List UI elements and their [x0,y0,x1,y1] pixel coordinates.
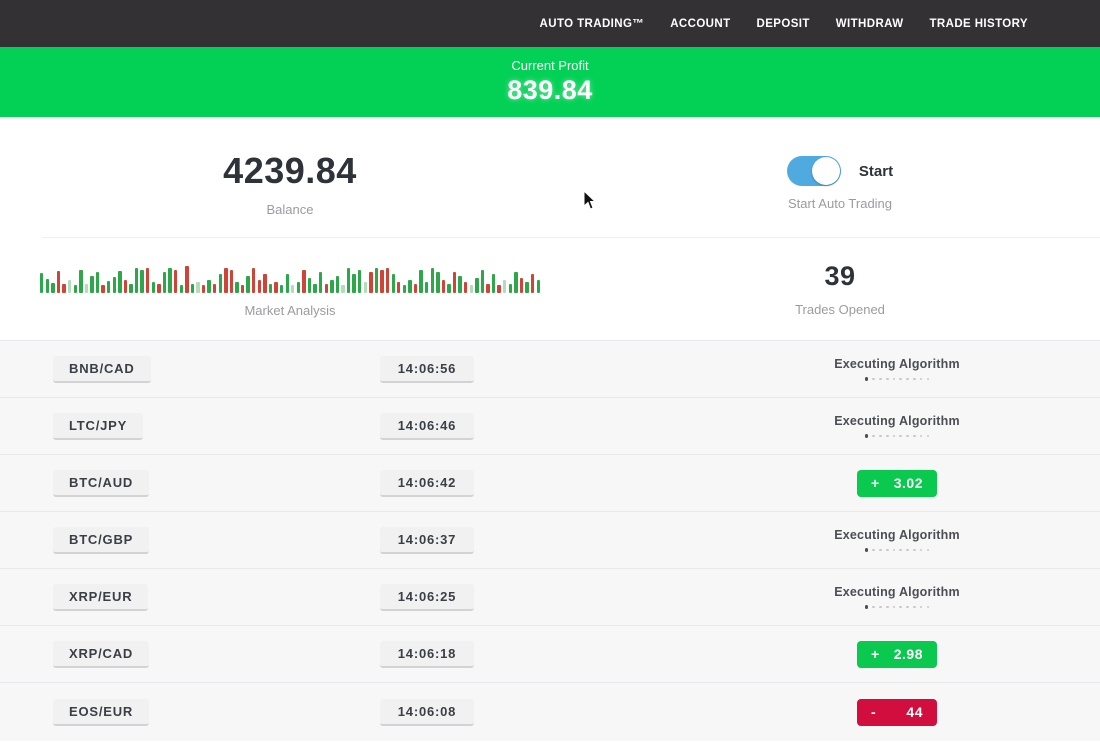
result-value: 2.98 [894,646,923,662]
progress-dots-icon [865,377,929,380]
time-badge[interactable]: 14:06:37 [380,527,474,554]
executing-status: Executing Algorithm [834,585,960,608]
executing-status: Executing Algorithm [834,528,960,551]
table-row: XRP/EUR 14:06:25 Executing Algorithm [0,569,1100,626]
result-badge: + 2.98 [857,641,937,668]
nav-item-trade-history[interactable]: TRADE HISTORY [930,18,1029,30]
auto-trading-toggle[interactable] [787,156,841,186]
time-badge[interactable]: 14:06:25 [380,584,474,611]
toggle-knob [812,157,840,185]
executing-label: Executing Algorithm [834,357,960,371]
result-badge: - 44 [857,699,937,726]
time-badge[interactable]: 14:06:42 [380,470,474,497]
auto-trading-label: Start Auto Trading [788,196,892,211]
pair-badge[interactable]: XRP/CAD [53,641,149,668]
executing-label: Executing Algorithm [834,414,960,428]
time-badge[interactable]: 14:06:08 [380,699,474,726]
auto-trading-page: AUTO TRADING™ ACCOUNT DEPOSIT WITHDRAW T… [0,0,1100,742]
market-analysis-label: Market Analysis [244,303,335,318]
current-profit-value: 839.84 [507,75,593,106]
time-badge[interactable]: 14:06:56 [380,356,474,383]
toggle-label: Start [859,163,893,180]
pair-badge[interactable]: XRP/EUR [53,584,148,611]
nav-item-withdraw[interactable]: WITHDRAW [836,18,904,30]
balance-label: Balance [267,202,314,217]
progress-dots-icon [865,548,929,551]
nav-item-deposit[interactable]: DEPOSIT [757,18,810,30]
balance-value: 4239.84 [223,150,357,192]
executing-status: Executing Algorithm [834,414,960,437]
result-sign: + [871,646,880,662]
result-sign: + [871,475,880,491]
top-navbar: AUTO TRADING™ ACCOUNT DEPOSIT WITHDRAW T… [0,0,1100,47]
executing-label: Executing Algorithm [834,585,960,599]
balance-block: 4239.84 Balance [0,150,580,217]
table-row: BTC/GBP 14:06:37 Executing Algorithm [0,512,1100,569]
trades-opened-value: 39 [824,261,855,292]
executing-status: Executing Algorithm [834,357,960,380]
table-row: BNB/CAD 14:06:56 Executing Algorithm [0,341,1100,398]
pair-badge[interactable]: EOS/EUR [53,699,149,726]
trades-opened-block: 39 Trades Opened [580,261,1100,317]
pair-badge[interactable]: BNB/CAD [53,356,151,383]
table-row: LTC/JPY 14:06:46 Executing Algorithm [0,398,1100,455]
executing-label: Executing Algorithm [834,528,960,542]
time-badge[interactable]: 14:06:46 [380,413,474,440]
stats-section: 4239.84 Balance Start Start Auto Trading… [0,117,1100,340]
nav-item-auto-trading[interactable]: AUTO TRADING™ [540,18,645,30]
pair-badge[interactable]: BTC/GBP [53,527,149,554]
time-badge[interactable]: 14:06:18 [380,641,474,668]
table-row: BTC/AUD 14:06:42 + 3.02 [0,455,1100,512]
nav-item-account[interactable]: ACCOUNT [670,18,730,30]
trades-opened-label: Trades Opened [795,302,885,317]
table-row: XRP/CAD 14:06:18 + 2.98 [0,626,1100,683]
current-profit-banner: Current Profit 839.84 [0,47,1100,117]
result-value: 3.02 [894,475,923,491]
trades-table: BNB/CAD 14:06:56 Executing Algorithm LTC… [0,340,1100,741]
pair-badge[interactable]: BTC/AUD [53,470,149,497]
progress-dots-icon [865,605,929,608]
table-row: EOS/EUR 14:06:08 - 44 [0,683,1100,741]
current-profit-label: Current Profit [511,58,588,73]
market-analysis-chart [40,261,540,293]
result-value: 44 [906,704,923,720]
result-sign: - [871,704,876,720]
result-badge: + 3.02 [857,470,937,497]
auto-trading-block: Start Start Auto Trading [580,156,1100,211]
market-analysis-block: Market Analysis [0,261,580,318]
pair-badge[interactable]: LTC/JPY [53,413,143,440]
progress-dots-icon [865,434,929,437]
